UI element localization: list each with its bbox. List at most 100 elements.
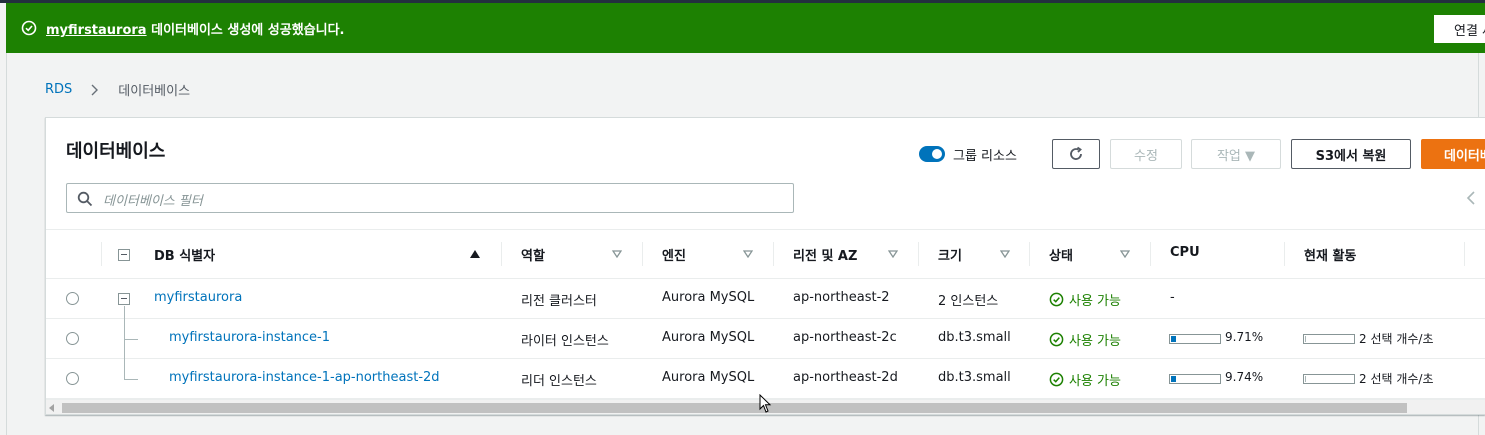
table-row[interactable]: myfirstaurora-instance-1 라이터 인스턴스 Aurora…	[46, 319, 1485, 359]
flash-message: myfirstaurora 데이터베이스 생성에 성공했습니다.	[46, 19, 345, 38]
column-divider	[773, 242, 774, 266]
sort-caret-icon[interactable]	[612, 250, 622, 258]
breadcrumb-rds-link[interactable]: RDS	[45, 82, 72, 97]
cpu-value: 9.74%	[1225, 370, 1264, 384]
column-activity[interactable]: 현재 활동	[1304, 230, 1356, 278]
role-cell: 리전 클러스터	[521, 294, 597, 309]
activity-bar	[1303, 334, 1355, 344]
activity-bar-fill	[1305, 336, 1306, 342]
sort-ascending-icon[interactable]	[470, 250, 480, 258]
column-divider	[101, 242, 102, 266]
activity-value: 2 선택 개수/초	[1359, 372, 1434, 386]
cpu-bar	[1169, 374, 1221, 384]
cpu-bar-fill	[1171, 376, 1176, 382]
status-badge: 사용 가능	[1049, 330, 1121, 349]
tree-line	[124, 306, 125, 320]
toggle-knob	[932, 149, 942, 159]
restore-from-s3-button[interactable]: S3에서 복원	[1291, 139, 1411, 169]
engine-cell: Aurora MySQL	[662, 290, 755, 305]
group-resources-label: 그룹 리소스	[953, 149, 1017, 164]
databases-panel: 데이터베이스 그룹 리소스 수정 작업 ▼ S3에서 복원 데이터베이스 생성 …	[45, 117, 1485, 415]
status-available-icon	[1049, 372, 1064, 387]
cpu-bar-fill	[1171, 336, 1176, 342]
row-select-radio[interactable]	[66, 332, 79, 345]
flash-message-text: 데이터베이스 생성에 성공했습니다.	[146, 23, 345, 38]
status-badge: 사용 가능	[1049, 370, 1121, 389]
status-text: 사용 가능	[1069, 294, 1121, 309]
column-divider	[1284, 242, 1285, 266]
sort-caret-icon[interactable]	[1000, 250, 1010, 258]
column-engine[interactable]: 엔진	[662, 230, 686, 278]
scroll-left-arrow-icon[interactable]	[49, 404, 54, 412]
table-header: DB 식별자 역할 엔진 리전 및 AZ 크기 상태 CPU 현재 활동	[46, 229, 1485, 279]
role-cell: 라이터 인스턴스	[521, 334, 609, 349]
filter-placeholder: 데이터베이스 필터	[103, 194, 203, 209]
success-flashbar: myfirstaurora 데이터베이스 생성에 성공했습니다. 연결 세부 정…	[6, 3, 1485, 53]
actions-dropdown[interactable]: 작업 ▼	[1191, 139, 1281, 169]
column-region[interactable]: 리전 및 AZ	[793, 230, 857, 278]
collapse-all-icon[interactable]	[118, 249, 130, 261]
column-divider	[501, 242, 502, 266]
activity-bar	[1303, 374, 1355, 384]
create-database-button[interactable]: 데이터베이스 생성	[1421, 139, 1485, 169]
success-check-icon	[21, 20, 37, 36]
db-identifier-link[interactable]: myfirstaurora-instance-1	[169, 330, 330, 345]
status-available-icon	[1049, 332, 1064, 347]
collapse-group-icon[interactable]	[118, 293, 130, 305]
status-text: 사용 가능	[1069, 334, 1121, 349]
size-cell: db.t3.small	[938, 330, 1011, 345]
engine-cell: Aurora MySQL	[662, 330, 755, 345]
modify-button[interactable]: 수정	[1110, 139, 1182, 169]
column-size[interactable]: 크기	[938, 230, 962, 278]
sort-caret-icon[interactable]	[743, 250, 753, 258]
column-divider	[642, 242, 643, 266]
size-cell: db.t3.small	[938, 370, 1011, 385]
flash-db-link[interactable]: myfirstaurora	[46, 23, 147, 38]
column-divider	[1029, 242, 1030, 266]
table-row[interactable]: myfirstaurora-instance-1-ap-northeast-2d…	[46, 359, 1485, 399]
breadcrumb: RDS 데이터베이스	[45, 80, 190, 99]
region-cell: ap-northeast-2	[793, 290, 890, 305]
chevron-right-icon	[91, 84, 99, 95]
scrollbar-thumb[interactable]	[62, 403, 1407, 413]
db-identifier-link[interactable]: myfirstaurora	[154, 290, 242, 305]
tree-line	[124, 359, 125, 379]
column-divider	[1464, 242, 1465, 266]
status-available-icon	[1049, 292, 1064, 307]
refresh-button[interactable]	[1052, 139, 1100, 169]
engine-cell: Aurora MySQL	[662, 370, 755, 385]
breadcrumb-current: 데이터베이스	[118, 84, 191, 99]
mouse-cursor-icon	[759, 394, 772, 413]
cpu-cell: -	[1170, 290, 1175, 305]
layout-divider	[6, 53, 7, 435]
refresh-icon	[1070, 146, 1082, 160]
column-db-id[interactable]: DB 식별자	[154, 230, 215, 278]
row-select-radio[interactable]	[66, 292, 79, 305]
database-filter-input[interactable]: 데이터베이스 필터	[66, 183, 794, 213]
role-cell: 리더 인스턴스	[521, 374, 597, 389]
column-status[interactable]: 상태	[1049, 230, 1073, 278]
pagination-prev-icon[interactable]	[1464, 190, 1478, 206]
cpu-value: 9.71%	[1225, 330, 1264, 344]
group-resources-toggle[interactable]	[919, 146, 945, 162]
cpu-bar	[1169, 334, 1221, 344]
search-icon	[77, 191, 93, 207]
column-cpu[interactable]: CPU	[1170, 230, 1200, 278]
column-divider	[918, 242, 919, 266]
row-select-radio[interactable]	[66, 372, 79, 385]
page-title: 데이터베이스	[66, 141, 166, 162]
sort-caret-icon[interactable]	[1120, 250, 1130, 258]
sort-caret-icon[interactable]	[888, 250, 898, 258]
tree-branch	[124, 339, 138, 340]
table-row[interactable]: myfirstaurora 리전 클러스터 Aurora MySQL ap-no…	[46, 279, 1485, 320]
tree-branch	[124, 379, 138, 380]
region-cell: ap-northeast-2d	[793, 370, 898, 385]
activity-value: 2 선택 개수/초	[1359, 332, 1434, 346]
activity-bar-fill	[1305, 376, 1306, 382]
region-cell: ap-northeast-2c	[793, 330, 897, 345]
status-text: 사용 가능	[1069, 374, 1121, 389]
db-identifier-link[interactable]: myfirstaurora-instance-1-ap-northeast-2d	[169, 370, 440, 385]
column-role[interactable]: 역할	[521, 230, 545, 278]
status-badge: 사용 가능	[1049, 290, 1121, 309]
view-connection-details-button[interactable]: 연결 세부 정보 보기	[1434, 15, 1485, 43]
